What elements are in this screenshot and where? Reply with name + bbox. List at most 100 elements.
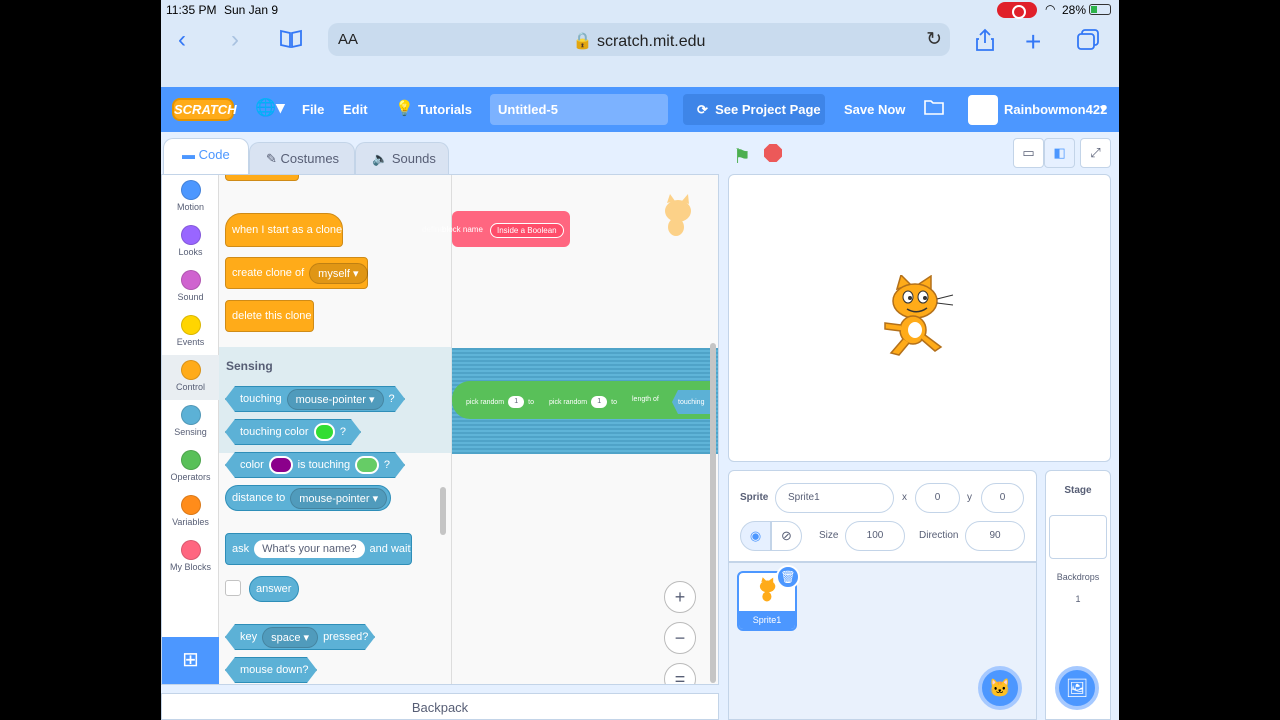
small-stage-button[interactable]: ▭ [1013,138,1044,168]
bookmarks-icon[interactable] [279,28,303,52]
number-input[interactable]: 1 [508,396,525,408]
address-bar[interactable]: AA 🔒 scratch.mit.edu ↻ [328,23,950,56]
y-input[interactable]: 0 [981,483,1024,513]
new-tab-icon[interactable]: + [1025,28,1041,56]
distance-dropdown[interactable]: mouse-pointer ▾ [290,487,388,509]
username-menu[interactable]: Rainbowmon422 [1004,102,1107,117]
save-now-button[interactable]: Save Now [844,102,905,117]
answer-checkbox[interactable] [225,580,241,596]
category-my-blocks[interactable]: My Blocks [162,535,219,580]
block-ask-and-wait[interactable]: ask What's your name? and wait [225,533,412,565]
sprite-name-input[interactable]: Sprite1 [775,483,894,513]
tab-costumes[interactable]: ✎ Costumes [249,142,355,174]
folder-icon[interactable] [924,99,944,120]
block-touching-color[interactable]: touching color ? [225,419,361,445]
pick-random-block[interactable]: pick random 1 to [549,396,617,408]
hide-sprite-button[interactable]: ⊘ [771,521,802,551]
chevron-down-icon[interactable]: ▼ [1098,104,1108,115]
block-fragment[interactable] [225,175,299,181]
category-operators[interactable]: Operators [162,445,219,490]
size-input[interactable]: 100 [845,521,905,551]
tab-sounds[interactable]: 🔈 Sounds [355,142,449,174]
touching-dropdown[interactable]: mouse-pointer ▾ [287,389,384,410]
block-text: touching [678,398,705,406]
green-flag-icon[interactable]: ⚑ [733,144,751,169]
key-dropdown[interactable]: space ▾ [262,627,318,648]
block-palette[interactable]: when I start as a clone create clone of … [219,175,452,684]
color-swatch[interactable] [355,456,379,474]
length-of-block[interactable]: length of [632,396,659,403]
share-icon[interactable] [975,28,995,57]
script-workspace[interactable]: define block name Inside a Boolean pick … [422,175,718,684]
category-events[interactable]: Events [162,310,219,355]
color-swatch[interactable] [269,456,293,474]
brush-icon: ✎ [266,151,277,166]
tabs-icon[interactable] [1076,29,1100,56]
block-distance-to[interactable]: distance to mouse-pointer ▾ [225,485,391,511]
project-title-input[interactable]: Untitled-5 [490,94,668,125]
block-delete-this-clone[interactable]: delete this clone [225,300,314,332]
back-icon[interactable]: ‹ [178,28,186,52]
edit-menu[interactable]: Edit [343,102,368,117]
backpack[interactable]: Backpack [161,693,719,720]
forward-icon[interactable]: › [231,28,239,52]
palette-scrollbar[interactable] [440,487,446,535]
fullscreen-button[interactable]: ⤢ [1080,138,1111,168]
direction-input[interactable]: 90 [965,521,1025,551]
block-mouse-down[interactable]: mouse down? [225,657,317,683]
ask-input[interactable]: What's your name? [254,540,365,558]
define-block[interactable]: define block name Inside a Boolean [422,211,570,247]
boolean-input[interactable]: Inside a Boolean [490,223,564,238]
editor-tabs: ▬ Code ✎ Costumes 🔈 Sounds [161,132,461,174]
cat-sprite[interactable] [879,275,959,359]
show-sprite-button[interactable]: ◉ [740,521,771,551]
add-sprite-button[interactable]: 🐱 [978,666,1022,710]
block-text: delete this clone [232,310,312,322]
zoom-out-button[interactable]: − [664,622,696,654]
block-text: ? [339,426,346,438]
sensing-dot [180,405,201,425]
tab-code-label: Code [198,147,230,162]
ipad-screen: 11:35 PM Sun Jan 9 ◠ 28% ‹ › AA 🔒 scratc… [161,0,1119,720]
tab-code[interactable]: ▬ Code [163,138,249,174]
category-variables[interactable]: Variables [162,490,219,535]
category-motion[interactable]: Motion [162,175,219,220]
block-color-is-touching[interactable]: color is touching ? [225,452,405,478]
delete-sprite-button[interactable]: 🗑 [776,565,800,589]
add-backdrop-button[interactable]: 🖼 [1055,666,1099,710]
file-menu[interactable]: File [302,102,324,117]
stop-icon[interactable] [764,144,782,162]
lightbulb-icon[interactable]: 💡 [395,99,414,117]
events-dot [180,315,201,335]
normal-stage-button[interactable]: ◧ [1044,138,1075,168]
stage-thumbnail[interactable] [1049,515,1107,559]
x-input[interactable]: 0 [915,483,960,513]
block-when-i-start-as-a-clone[interactable]: when I start as a clone [225,213,343,247]
touching-block-mini[interactable]: touching [672,390,711,414]
pick-random-block[interactable]: pick random 1 to [466,396,534,408]
category-sound[interactable]: Sound [162,265,219,310]
category-label: Operators [170,472,211,482]
block-touching[interactable]: touching mouse-pointer ▾ ? [225,386,405,412]
block-create-clone-of[interactable]: create clone of myself ▾ [225,257,368,289]
globe-icon[interactable]: 🌐▾ [255,98,285,118]
add-extension-button[interactable]: ⊞ [162,637,219,684]
tutorials-button[interactable]: Tutorials [418,102,472,117]
scratch-logo[interactable]: SCRATCH [172,98,237,121]
zoom-in-button[interactable]: + [664,581,696,613]
block-answer[interactable]: answer [249,576,299,602]
block-key-pressed[interactable]: key space ▾ pressed? [225,624,375,650]
clone-target-dropdown[interactable]: myself ▾ [309,262,368,284]
category-looks[interactable]: Looks [162,220,219,265]
reload-icon[interactable]: ↻ [926,28,942,51]
category-control[interactable]: Control [162,355,219,400]
zoom-reset-button[interactable]: = [664,663,696,684]
workspace-scrollbar[interactable] [710,343,716,683]
avatar[interactable] [968,95,998,125]
stage-canvas[interactable] [728,174,1111,462]
stage-title: Stage [1064,485,1092,496]
number-input[interactable]: 1 [591,396,608,408]
color-swatch[interactable] [314,423,335,441]
category-sensing[interactable]: Sensing [162,400,219,445]
see-project-page-button[interactable]: ⟳ See Project Page [683,94,825,125]
